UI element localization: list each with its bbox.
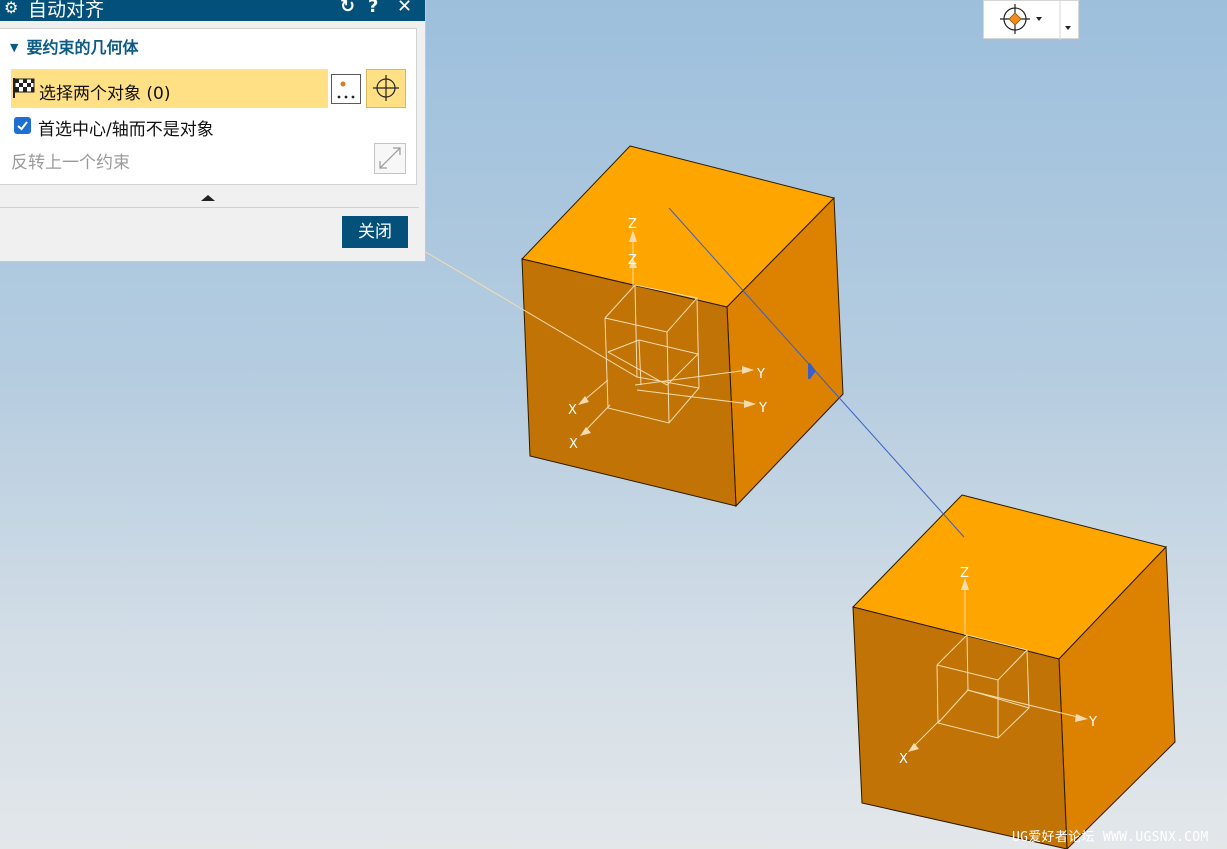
- chevron-down-icon[interactable]: [1036, 17, 1042, 21]
- snap-point-icon: [337, 81, 355, 99]
- reverse-constraint-label: 反转上一个约束: [11, 153, 130, 173]
- geometry-section-panel: ▼ 要约束的几何体 选择两个对象 (0) 首选中心/轴而不是对象 反转上一个约束: [0, 28, 417, 185]
- cube-2-x-label: X: [899, 752, 908, 767]
- section-header[interactable]: ▼ 要约束的几何体: [10, 34, 138, 58]
- section-title: 要约束的几何体: [26, 38, 139, 57]
- dialog-titlebar[interactable]: ⚙ 自动对齐 ↻ ? ✕: [0, 0, 425, 21]
- cube-1-y-label-upper: Y: [756, 367, 765, 382]
- collapse-up-icon[interactable]: [200, 193, 216, 203]
- reverse-constraint-button[interactable]: [374, 143, 406, 174]
- gear-icon[interactable]: ⚙: [4, 0, 18, 17]
- select-objects-row[interactable]: 选择两个对象 (0): [11, 69, 328, 108]
- snap-point-tool-icon[interactable]: [1000, 4, 1030, 34]
- cube-1-z-label-lower: Z: [628, 253, 637, 268]
- cube-1-x-label-lower: X: [569, 437, 578, 452]
- cube-2-y-label: Y: [1088, 715, 1097, 730]
- cube-1-y-label-lower: Y: [758, 401, 767, 416]
- center-select-button[interactable]: [366, 69, 406, 108]
- toolbar-dropdown-icon[interactable]: [1065, 26, 1071, 30]
- close-button[interactable]: 关闭: [342, 216, 408, 248]
- checkered-flag-icon: [13, 78, 35, 98]
- prefer-center-checkbox[interactable]: [14, 117, 31, 134]
- cube-2-z-label: Z: [960, 566, 969, 581]
- dialog-title: 自动对齐: [28, 0, 105, 21]
- checkmark-icon: [17, 121, 28, 131]
- cube-2[interactable]: [852, 494, 1176, 849]
- select-objects-label: 选择两个对象 (0): [39, 84, 171, 104]
- point-snap-button[interactable]: [331, 74, 361, 104]
- reset-icon[interactable]: ↻: [340, 0, 355, 17]
- cube-1-z-label-upper: Z: [628, 217, 637, 232]
- watermark: UG爱好者论坛 WWW.UGSNX.COM: [1012, 830, 1209, 845]
- auto-align-dialog: ⚙ 自动对齐 ↻ ? ✕ ▼ 要约束的几何体 选择两个对象 (0) 首选中心/轴…: [0, 0, 426, 262]
- snap-toolbar: [983, 0, 1079, 40]
- crosshair-icon: [373, 75, 399, 101]
- prefer-center-label: 首选中心/轴而不是对象: [38, 120, 214, 140]
- cube-1-x-label-upper: X: [568, 403, 577, 418]
- reverse-arrows-icon: [379, 147, 401, 169]
- close-icon[interactable]: ✕: [397, 0, 412, 17]
- dialog-divider: [0, 207, 419, 208]
- help-icon[interactable]: ?: [368, 0, 378, 17]
- chevron-down-icon[interactable]: ▼: [10, 41, 18, 54]
